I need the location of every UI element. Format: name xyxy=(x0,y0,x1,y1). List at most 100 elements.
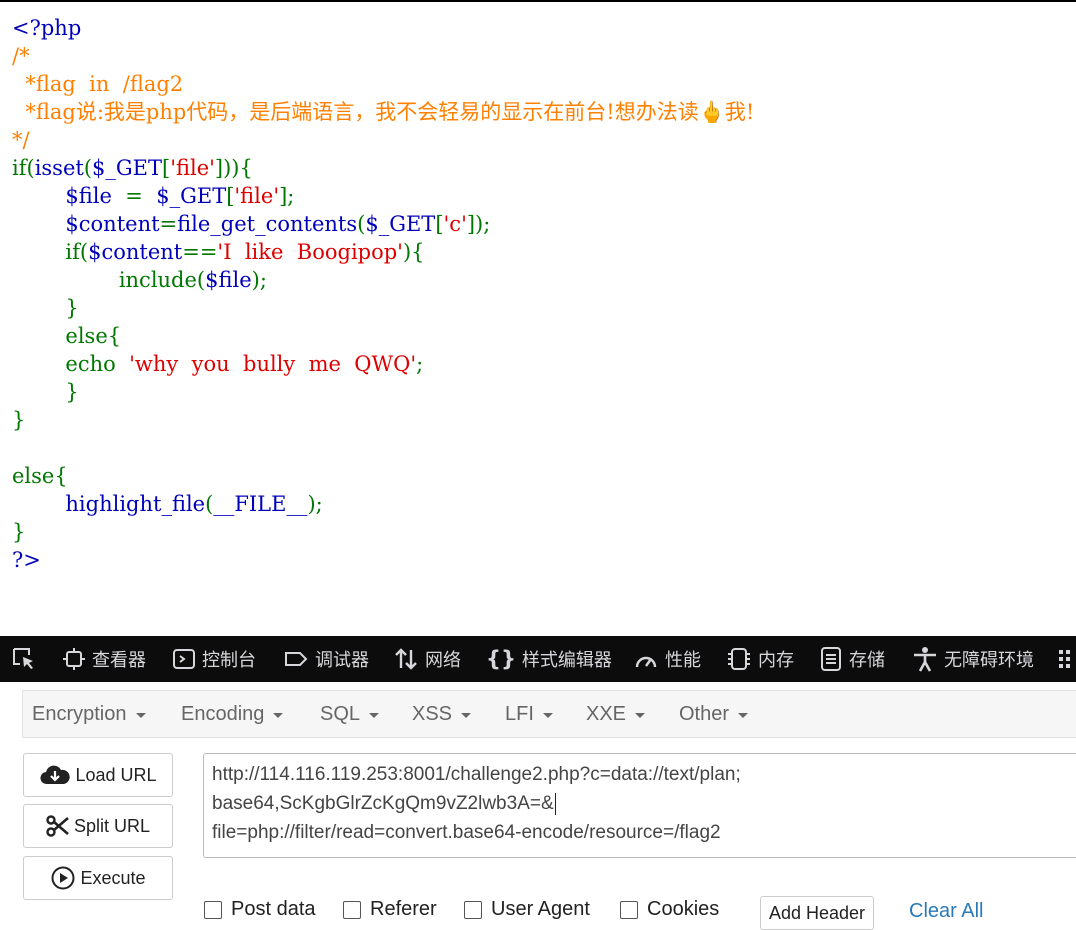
tab-label: 查看器 xyxy=(92,650,146,671)
tab-network[interactable]: 网络 xyxy=(393,636,461,682)
menu-encryption[interactable]: Encryption xyxy=(32,691,146,737)
referer-checkbox[interactable]: Referer xyxy=(343,898,437,921)
pick-element-button[interactable] xyxy=(10,636,38,682)
tab-debugger[interactable]: 调试器 xyxy=(283,636,369,682)
user-agent-checkbox[interactable]: User Agent xyxy=(464,898,590,921)
menu-encoding[interactable]: Encoding xyxy=(181,691,284,737)
menu-label: Encoding xyxy=(181,702,265,725)
tab-memory[interactable]: 内存 xyxy=(726,636,794,682)
checkbox-label: User Agent xyxy=(491,898,590,920)
execute-button[interactable]: Execute xyxy=(23,856,173,900)
code-token: ])){ xyxy=(214,156,253,180)
execute-label: Execute xyxy=(80,867,146,888)
tab-inspector[interactable]: 查看器 xyxy=(62,636,146,682)
checkbox-box[interactable] xyxy=(620,900,638,919)
play-icon xyxy=(51,866,75,890)
menu-label: Encryption xyxy=(32,702,127,725)
text-cursor xyxy=(554,792,556,815)
tab-storage[interactable]: 存储 xyxy=(819,636,885,682)
code-token: } xyxy=(12,380,79,404)
caret-down-icon xyxy=(635,712,646,718)
pick-element-icon xyxy=(13,648,33,669)
code-token: isset xyxy=(34,156,84,180)
inspector-icon xyxy=(63,648,85,670)
menu-lfi[interactable]: LFI xyxy=(505,691,553,737)
code-line: else{ xyxy=(12,462,1072,490)
menu-other[interactable]: Other xyxy=(679,691,749,737)
clear-all-link[interactable]: Clear All xyxy=(909,900,983,923)
tab-label: 样式编辑器 xyxy=(521,650,612,671)
code-token: <?php xyxy=(12,16,82,40)
code-line: } xyxy=(12,406,1072,434)
scissors-icon xyxy=(46,815,69,837)
performance-icon xyxy=(635,656,657,668)
code-token: ); xyxy=(307,492,323,516)
more-tools-button[interactable] xyxy=(1058,636,1076,682)
caret-down-icon xyxy=(542,712,553,718)
code-token: == xyxy=(182,240,218,264)
load-url-button[interactable]: Load URL xyxy=(23,753,173,797)
code-token: __FILE__ xyxy=(213,492,308,516)
code-token: ]; xyxy=(279,184,295,208)
post-data-checkbox[interactable]: Post data xyxy=(204,898,316,921)
accessibility-icon xyxy=(914,647,936,672)
checkbox-box[interactable] xyxy=(464,900,482,919)
code-token: $file xyxy=(205,268,252,292)
code-token: *flag说:我是php代码，是后端语言，我不会轻易的显示在前台!想办法读🖕我! xyxy=(12,100,755,124)
code-line: $file = $_GET['file']; xyxy=(12,182,1072,210)
page-top-border xyxy=(0,0,1076,2)
url-line: base64,ScKgbGlrZcKgQm9vZ2lwb3A=& xyxy=(212,793,554,814)
menu-label: XXE xyxy=(586,702,627,725)
tab-label: 网络 xyxy=(425,650,461,671)
code-token: else{ xyxy=(12,464,68,488)
tab-label: 内存 xyxy=(758,650,794,671)
devtools-toolbar: 查看器 控制台 调试器 网络 {} 样式编辑器 性能 内存 存储 无障碍环境 xyxy=(0,636,1076,682)
code-token: include( xyxy=(118,268,206,292)
code-token: = xyxy=(159,212,178,236)
add-header-button[interactable]: Add Header xyxy=(760,896,874,930)
code-line: if($content=='I like Boogipop'){ xyxy=(12,238,1072,266)
code-token: 'why you bully me QWQ' xyxy=(129,352,417,376)
code-line: } xyxy=(12,518,1072,546)
checkbox-label: Cookies xyxy=(647,898,720,920)
code-line: *flag说:我是php代码，是后端语言，我不会轻易的显示在前台!想办法读🖕我! xyxy=(12,98,1072,126)
code-token: ( xyxy=(83,156,93,180)
url-line-with-cursor: base64,ScKgbGlrZcKgQm9vZ2lwb3A=& xyxy=(212,789,1074,818)
tab-performance[interactable]: 性能 xyxy=(633,636,701,682)
code-token: ]); xyxy=(466,212,491,236)
code-line: *flag in /flag2 xyxy=(12,70,1072,98)
caret-down-icon xyxy=(738,712,749,718)
code-line: else{ xyxy=(12,322,1072,350)
menu-xxe[interactable]: XXE xyxy=(586,691,646,737)
hackbar-menu-bar: Encryption Encoding SQL XSS LFI XXE Othe… xyxy=(22,690,1076,738)
checkbox-box[interactable] xyxy=(204,900,222,919)
code-token: */ xyxy=(12,128,30,152)
menu-xss[interactable]: XSS xyxy=(412,691,472,737)
code-line: /* xyxy=(12,42,1072,70)
split-url-button[interactable]: Split URL xyxy=(23,804,173,848)
code-token: if( xyxy=(65,240,89,264)
caret-down-icon xyxy=(273,712,284,718)
tab-console[interactable]: 控制台 xyxy=(172,636,256,682)
tab-label: 调试器 xyxy=(315,650,369,671)
code-token: $content xyxy=(88,240,183,264)
code-line: } xyxy=(12,294,1072,322)
checkbox-box[interactable] xyxy=(343,900,361,919)
load-url-label: Load URL xyxy=(75,764,157,785)
tab-accessibility[interactable]: 无障碍环境 xyxy=(912,636,1034,682)
tab-style-editor[interactable]: {} 样式编辑器 xyxy=(486,636,612,682)
menu-label: LFI xyxy=(505,702,534,725)
hackbar-panel: Encryption Encoding SQL XSS LFI XXE Othe… xyxy=(0,682,1076,930)
grid-icon xyxy=(1059,650,1070,668)
cookies-checkbox[interactable]: Cookies xyxy=(620,898,719,921)
code-token: $content xyxy=(65,212,160,236)
menu-sql[interactable]: SQL xyxy=(320,691,380,737)
url-textarea[interactable]: http://114.116.119.253:8001/challenge2.p… xyxy=(203,753,1076,858)
memory-icon xyxy=(728,648,750,670)
code-token: $_GET xyxy=(365,212,436,236)
code-token: echo xyxy=(12,352,130,376)
